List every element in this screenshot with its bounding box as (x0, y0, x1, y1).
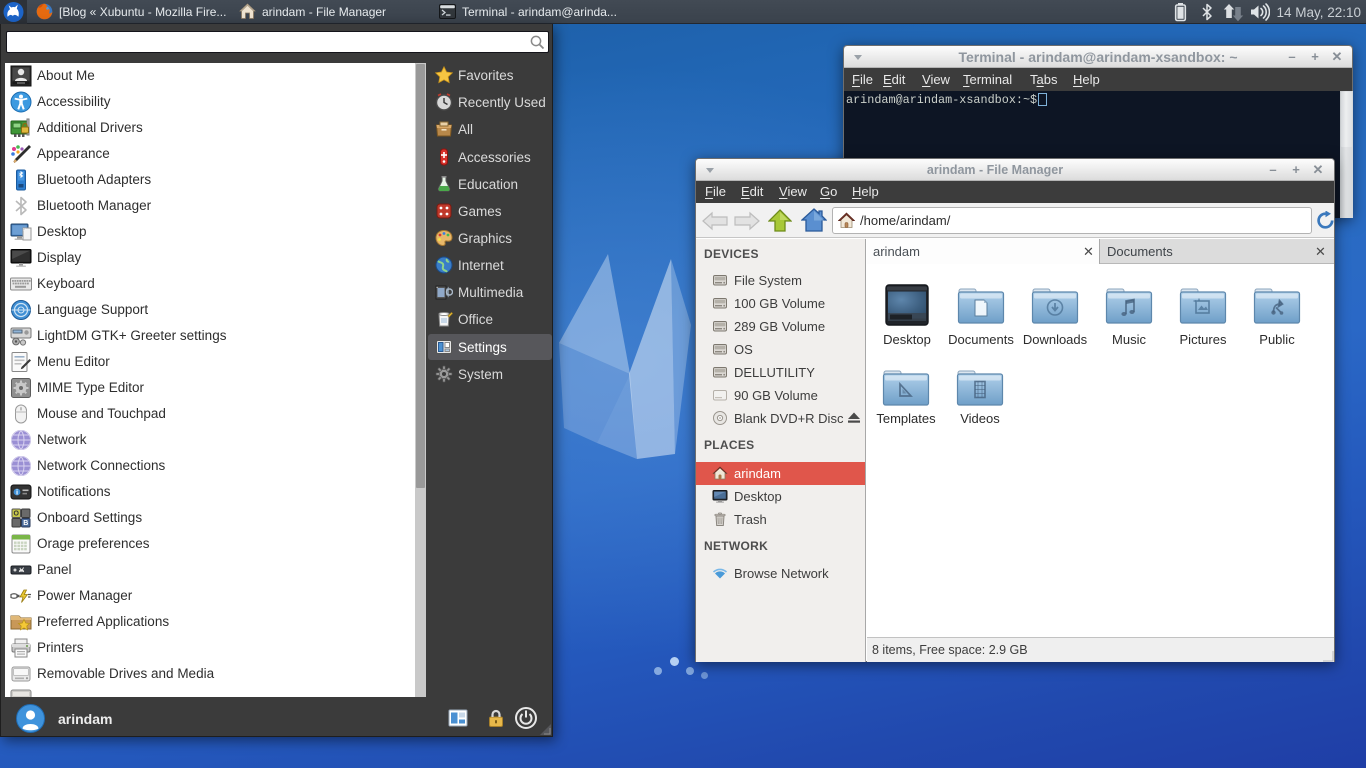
svg-text:B: B (23, 520, 28, 527)
svg-text:O: O (13, 510, 19, 517)
svg-text:i: i (16, 487, 18, 496)
